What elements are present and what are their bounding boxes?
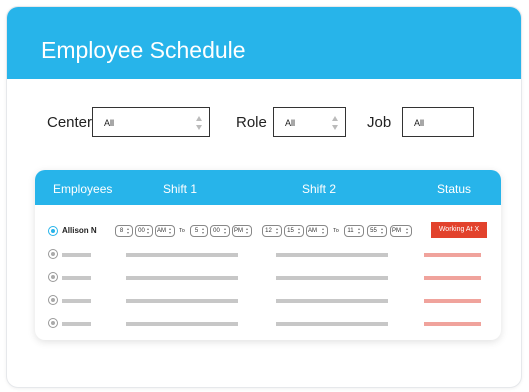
card-header: Employee Schedule xyxy=(7,7,521,79)
column-header-shift2: Shift 2 xyxy=(302,182,337,196)
placeholder-shift2 xyxy=(276,253,388,257)
table-row-selected[interactable]: Allison N 8 ▴ ▾ 00 ▴ ▾ AM ▴ ▾ To 5 ▴ ▾ 00 ▴ ▾ PM ▴ ▾… xyxy=(35,221,501,241)
page-title: Employee Schedule xyxy=(41,37,246,63)
placeholder-status xyxy=(424,299,481,303)
shift1-to-label: To xyxy=(179,228,185,234)
placeholder-status xyxy=(424,322,481,326)
shift2-start-min-stepper[interactable]: 15 ▴ ▾ xyxy=(284,225,304,237)
placeholder-status xyxy=(424,276,481,280)
shift1-end-hour-stepper[interactable]: 5 ▴ ▾ xyxy=(190,225,208,237)
table-row[interactable] xyxy=(35,267,501,287)
center-select-value: All xyxy=(104,118,115,128)
employee-name: Allison N xyxy=(62,226,97,235)
role-select[interactable]: All xyxy=(273,107,346,137)
table-row[interactable] xyxy=(35,290,501,310)
placeholder-status xyxy=(424,253,481,257)
shift2-start-ampm-stepper[interactable]: AM ▴ ▾ xyxy=(306,225,328,237)
placeholder-name xyxy=(62,253,91,257)
placeholder-name xyxy=(62,276,91,280)
center-label: Center xyxy=(47,114,93,131)
shift1-start-hour-stepper[interactable]: 8 ▴ ▾ xyxy=(115,225,133,237)
column-header-status: Status xyxy=(437,182,472,196)
shift2-start-hour-stepper[interactable]: 12 ▴ ▾ xyxy=(262,225,282,237)
shift2-end-hour-stepper[interactable]: 11 ▴ ▾ xyxy=(344,225,364,237)
shift1-end-min-stepper[interactable]: 00 ▴ ▾ xyxy=(210,225,230,237)
role-select-value: All xyxy=(285,118,296,128)
schedule-card: Employee Schedule Center All Role All Jo… xyxy=(6,6,522,388)
up-down-arrows-icon xyxy=(332,116,338,130)
filter-bar: Center All Role All Job All xyxy=(7,107,521,137)
center-select[interactable]: All xyxy=(92,107,210,137)
shift2-to-label: To xyxy=(333,228,339,234)
role-label: Role xyxy=(236,114,267,131)
shift1-start-min-stepper[interactable]: 00 ▴ ▾ xyxy=(135,225,153,237)
table-row[interactable] xyxy=(35,244,501,264)
placeholder-shift1 xyxy=(126,322,238,326)
placeholder-shift2 xyxy=(276,299,388,303)
placeholder-shift1 xyxy=(126,299,238,303)
job-select-value: All xyxy=(414,118,425,128)
shift1-start-ampm-stepper[interactable]: AM ▴ ▾ xyxy=(155,225,175,237)
column-header-employees: Employees xyxy=(53,182,113,196)
status-badge: Working At X xyxy=(431,222,487,238)
placeholder-shift1 xyxy=(126,253,238,257)
up-down-arrows-icon xyxy=(196,116,202,130)
placeholder-shift1 xyxy=(126,276,238,280)
row-radio[interactable] xyxy=(48,318,58,328)
row-radio[interactable] xyxy=(48,272,58,282)
job-select[interactable]: All xyxy=(402,107,474,137)
row-radio[interactable] xyxy=(48,249,58,259)
row-radio[interactable] xyxy=(48,295,58,305)
table-row[interactable] xyxy=(35,313,501,333)
table-header: Employees Shift 1 Shift 2 Status xyxy=(35,170,501,205)
placeholder-shift2 xyxy=(276,276,388,280)
placeholder-name xyxy=(62,299,91,303)
column-header-shift1: Shift 1 xyxy=(163,182,198,196)
row-radio-selected[interactable] xyxy=(48,226,58,236)
placeholder-shift2 xyxy=(276,322,388,326)
schedule-table: Employees Shift 1 Shift 2 Status Allison… xyxy=(35,170,501,340)
shift1-end-ampm-stepper[interactable]: PM ▴ ▾ xyxy=(232,225,252,237)
shift2-end-ampm-stepper[interactable]: PM ▴ ▾ xyxy=(390,225,412,237)
placeholder-name xyxy=(62,322,91,326)
job-label: Job xyxy=(367,114,392,131)
shift2-end-min-stepper[interactable]: 55 ▴ ▾ xyxy=(367,225,387,237)
